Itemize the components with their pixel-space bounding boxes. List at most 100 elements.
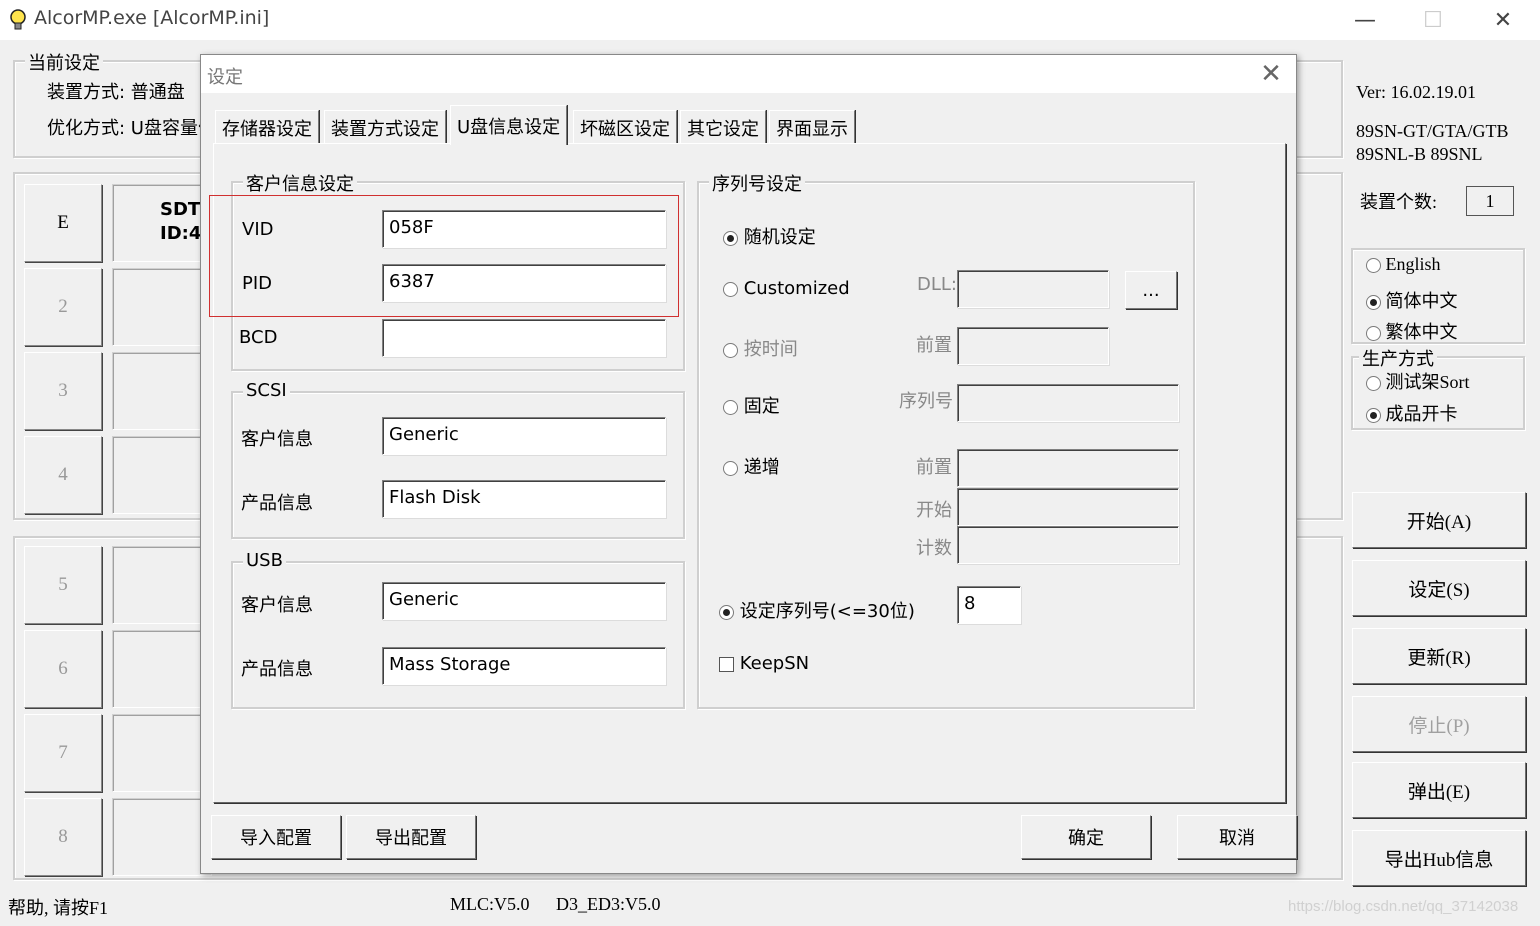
slot-button-7[interactable]: 7 — [24, 714, 102, 792]
slot-info-line2: ID:4 — [160, 223, 202, 244]
tab-bad-block[interactable]: 坏磁区设定 — [573, 110, 677, 144]
usb-product-field[interactable]: Mass Storage — [382, 647, 666, 685]
eject-button[interactable]: 弹出(E) — [1352, 762, 1526, 818]
close-button[interactable]: ✕ — [1480, 0, 1526, 40]
serial-group: 序列号设定 — [697, 170, 1195, 709]
current-settings-title: 当前设定 — [25, 49, 103, 75]
vid-label: VID — [242, 219, 274, 240]
slot-label: E — [57, 212, 69, 233]
settings-button[interactable]: 设定(S) — [1352, 560, 1526, 616]
watermark-text: https://blog.csdn.net/qq_37142038 — [1288, 898, 1519, 915]
fixed-serial-label: 序列号 — [899, 391, 953, 412]
bytime-prefix-label: 前置 — [916, 335, 952, 356]
serial-customized-option[interactable]: Customized — [723, 278, 850, 299]
import-config-button[interactable]: 导入配置 — [211, 815, 341, 859]
export-hub-button[interactable]: 导出Hub信息 — [1352, 830, 1526, 886]
models-line2: 89SNL-B 89SNL — [1356, 144, 1483, 164]
slot-info-8 — [112, 798, 212, 876]
dialog-close-button[interactable]: ✕ — [1251, 59, 1291, 89]
prod-sort-radio[interactable] — [1366, 376, 1381, 392]
serial-bytime-radio[interactable] — [723, 342, 738, 358]
serial-length-field[interactable]: 8 — [957, 586, 1021, 624]
slot-info-5 — [112, 546, 212, 624]
inc-count-field[interactable] — [957, 526, 1179, 564]
cancel-button[interactable]: 取消 — [1177, 815, 1297, 859]
tab-other[interactable]: 其它设定 — [680, 110, 766, 144]
serial-customized-radio[interactable] — [723, 281, 738, 297]
bcd-field[interactable] — [382, 319, 666, 357]
stop-button[interactable]: 停止(P) — [1352, 696, 1526, 752]
vid-field[interactable]: 058F — [382, 210, 666, 248]
inc-prefix-field[interactable] — [957, 449, 1179, 487]
fixed-serial-field[interactable] — [957, 384, 1179, 422]
ok-button[interactable]: 确定 — [1021, 815, 1151, 859]
prod-card-radio[interactable] — [1366, 408, 1381, 424]
device-count-field: 1 — [1466, 186, 1514, 216]
scsi-product-field[interactable]: Flash Disk — [382, 480, 666, 518]
usb-title: USB — [243, 550, 286, 571]
app-bulb-icon — [8, 8, 28, 32]
device-count-label: 装置个数: — [1360, 192, 1438, 212]
inc-start-field[interactable] — [957, 488, 1179, 526]
update-button[interactable]: 更新(R) — [1352, 628, 1526, 684]
minimize-button[interactable]: — — [1342, 0, 1388, 40]
status-bar: 帮助, 请按F1 MLC:V5.0 D3_ED3:V5.0 https://bl… — [0, 886, 1540, 926]
serial-random-radio[interactable] — [723, 230, 738, 246]
tab-display[interactable]: 界面显示 — [769, 110, 855, 144]
serial-fixed-option[interactable]: 固定 — [723, 392, 780, 418]
serial-fixed-radio[interactable] — [723, 399, 738, 415]
pid-field[interactable]: 6387 — [382, 264, 666, 302]
inc-prefix-label: 前置 — [916, 457, 952, 478]
slot-button-2[interactable]: 2 — [24, 268, 102, 346]
slot-button-6[interactable]: 6 — [24, 630, 102, 708]
models-line1: 89SN-GT/GTA/GTB — [1356, 121, 1509, 141]
serial-length-radio[interactable] — [719, 604, 734, 620]
prod-card-option[interactable]: 成品开卡 — [1366, 400, 1458, 426]
lang-english-option[interactable]: English — [1366, 254, 1441, 275]
scsi-vendor-label: 客户信息 — [241, 429, 313, 450]
tab-udisk-info[interactable]: U盘信息设定 — [450, 105, 568, 145]
slot-info-2 — [112, 268, 212, 346]
slot-button-3[interactable]: 3 — [24, 352, 102, 430]
scsi-vendor-field[interactable]: Generic — [382, 417, 666, 455]
dll-field[interactable] — [957, 270, 1109, 308]
serial-bytime-option[interactable]: 按时间 — [723, 335, 798, 361]
lang-simplified-radio[interactable] — [1366, 295, 1381, 311]
serial-length-option[interactable]: 设定序列号(<=30位) — [719, 597, 915, 623]
scsi-title: SCSI — [243, 380, 290, 401]
keepsn-checkbox[interactable] — [719, 656, 734, 672]
slot-info-4 — [112, 436, 212, 514]
maximize-button[interactable]: ☐ — [1410, 0, 1456, 40]
prod-sort-option[interactable]: 测试架Sort — [1366, 368, 1470, 394]
keepsn-option[interactable]: KeepSN — [719, 653, 809, 674]
lang-traditional-option[interactable]: 繁体中文 — [1366, 318, 1458, 344]
slot-button-e[interactable]: E — [24, 184, 102, 262]
lang-traditional-radio[interactable] — [1366, 326, 1381, 342]
export-config-button[interactable]: 导出配置 — [346, 815, 476, 859]
tab-device-mode[interactable]: 装置方式设定 — [324, 110, 446, 144]
dialog-title-bar: 设定 ✕ — [201, 55, 1296, 93]
lang-simplified-option[interactable]: 简体中文 — [1366, 287, 1458, 313]
serial-increment-radio[interactable] — [723, 460, 738, 476]
start-button[interactable]: 开始(A) — [1352, 492, 1526, 548]
inc-count-label: 计数 — [916, 538, 952, 559]
serial-random-option[interactable]: 随机设定 — [723, 223, 816, 249]
slot-button-5[interactable]: 5 — [24, 546, 102, 624]
bytime-prefix-field[interactable] — [957, 327, 1109, 365]
window-title: AlcorMP.exe [AlcorMP.ini] — [34, 7, 270, 29]
scsi-product-label: 产品信息 — [241, 493, 313, 514]
usb-vendor-field[interactable]: Generic — [382, 582, 666, 620]
tab-storage[interactable]: 存储器设定 — [215, 110, 319, 144]
inc-start-label: 开始 — [916, 500, 952, 521]
slot-button-4[interactable]: 4 — [24, 436, 102, 514]
device-mode-text: 装置方式: 普通盘 — [47, 82, 185, 103]
bcd-label: BCD — [239, 327, 278, 348]
slot-button-8[interactable]: 8 — [24, 798, 102, 876]
usb-product-label: 产品信息 — [241, 659, 313, 680]
dll-browse-button[interactable]: ... — [1125, 271, 1177, 309]
usb-vendor-label: 客户信息 — [241, 595, 313, 616]
lang-english-radio[interactable] — [1366, 258, 1381, 274]
slot-info-6 — [112, 630, 212, 708]
settings-dialog: 设定 ✕ 存储器设定 装置方式设定 U盘信息设定 坏磁区设定 其它设定 界面显示… — [200, 54, 1297, 874]
serial-increment-option[interactable]: 递增 — [723, 453, 780, 479]
